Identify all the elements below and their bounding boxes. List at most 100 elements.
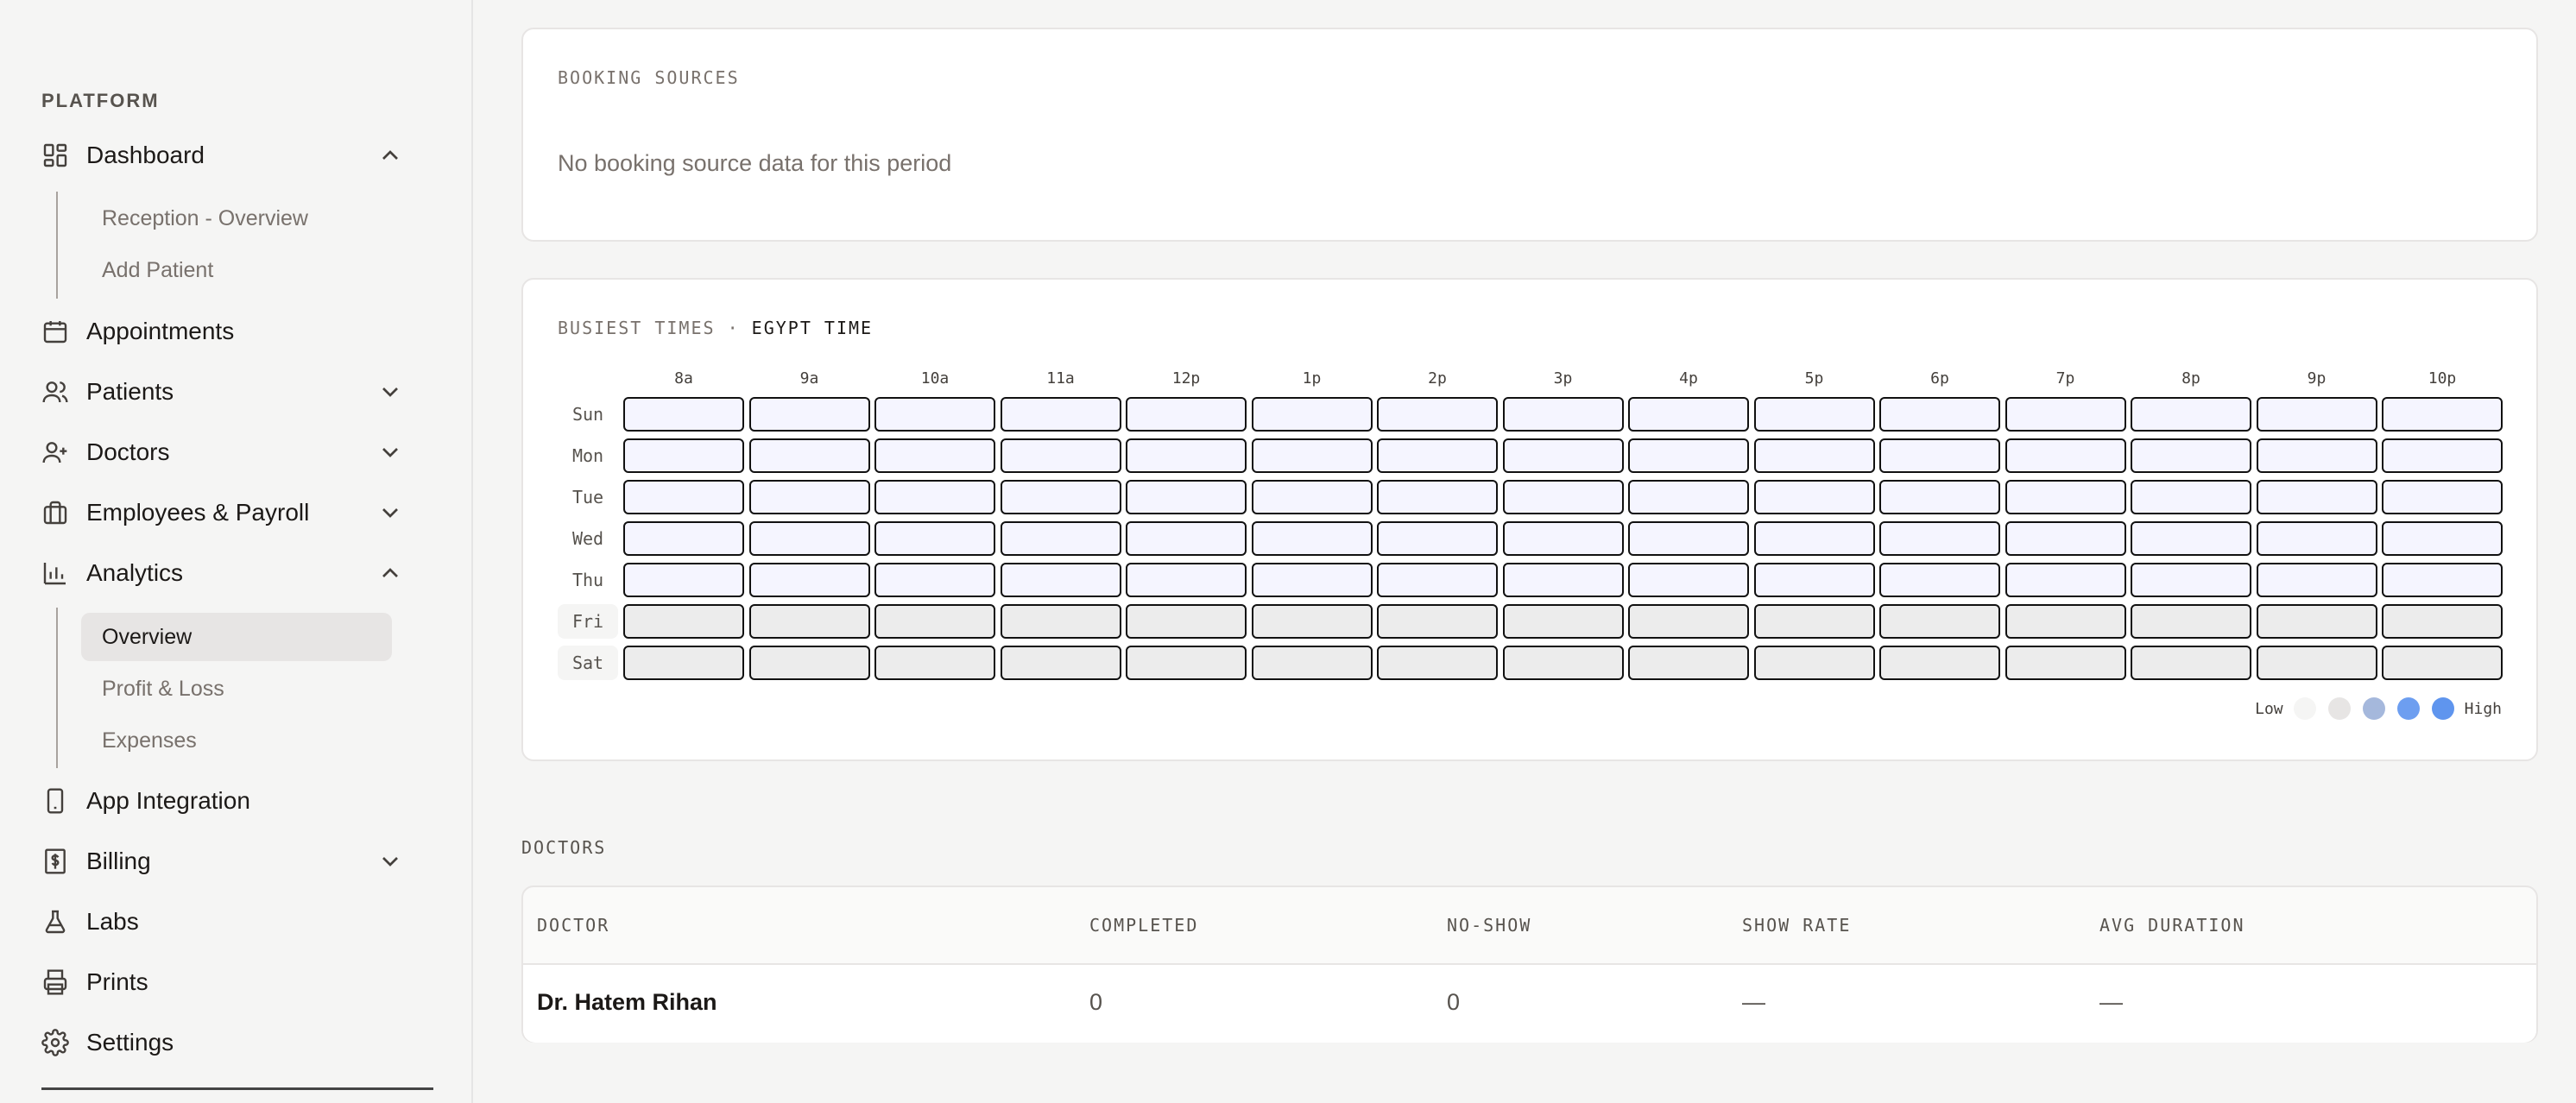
- heatmap-cell[interactable]: [1502, 646, 1624, 680]
- column-header-show-rate[interactable]: SHOW RATE: [1742, 915, 1851, 936]
- sidebar-item-dashboard[interactable]: Dashboard: [41, 131, 421, 180]
- table-row[interactable]: Dr. Hatem Rihan 0 0 — —: [523, 965, 2536, 1043]
- sidebar-item-prints[interactable]: Prints: [41, 958, 421, 1006]
- heatmap-cell[interactable]: [748, 521, 870, 556]
- sidebar-subitem-expenses[interactable]: Expenses: [81, 716, 392, 765]
- sidebar-subitem-reception-overview[interactable]: Reception - Overview: [81, 194, 392, 243]
- heatmap-cell[interactable]: [1502, 604, 1624, 639]
- heatmap-cell[interactable]: [2382, 521, 2503, 556]
- heatmap-cell[interactable]: [1000, 563, 1121, 597]
- heatmap-cell[interactable]: [1753, 480, 1875, 514]
- heatmap-cell[interactable]: [1502, 438, 1624, 473]
- heatmap-cell[interactable]: [2382, 438, 2503, 473]
- sidebar-item-employees-payroll[interactable]: Employees & Payroll: [41, 488, 421, 537]
- heatmap-cell[interactable]: [874, 646, 995, 680]
- heatmap-cell[interactable]: [1502, 480, 1624, 514]
- heatmap-cell[interactable]: [1000, 397, 1121, 432]
- heatmap-cell[interactable]: [2256, 563, 2377, 597]
- heatmap-cell[interactable]: [1879, 563, 2000, 597]
- heatmap-cell[interactable]: [1879, 397, 2000, 432]
- heatmap-cell[interactable]: [2131, 438, 2251, 473]
- sidebar-item-appointments[interactable]: Appointments: [41, 307, 421, 356]
- heatmap-cell[interactable]: [2256, 604, 2377, 639]
- heatmap-cell[interactable]: [623, 480, 744, 514]
- chevron-up-icon[interactable]: [376, 142, 404, 169]
- sidebar-subitem-overview[interactable]: Overview: [81, 613, 392, 661]
- heatmap-cell[interactable]: [1126, 646, 1247, 680]
- heatmap-cell[interactable]: [2005, 563, 2126, 597]
- sidebar-subitem-profit-loss[interactable]: Profit & Loss: [81, 665, 392, 713]
- heatmap-cell[interactable]: [874, 480, 995, 514]
- heatmap-cell[interactable]: [1628, 604, 1749, 639]
- heatmap-cell[interactable]: [1251, 521, 1373, 556]
- heatmap-cell[interactable]: [748, 438, 870, 473]
- heatmap-cell[interactable]: [1628, 480, 1749, 514]
- heatmap-cell[interactable]: [1126, 480, 1247, 514]
- heatmap-cell[interactable]: [623, 438, 744, 473]
- heatmap-cell[interactable]: [1753, 646, 1875, 680]
- chevron-down-icon[interactable]: [376, 499, 404, 526]
- chevron-down-icon[interactable]: [376, 378, 404, 406]
- heatmap-cell[interactable]: [1879, 521, 2000, 556]
- heatmap-cell[interactable]: [2005, 438, 2126, 473]
- heatmap-cell[interactable]: [1628, 397, 1749, 432]
- heatmap-cell[interactable]: [748, 563, 870, 597]
- sidebar-item-billing[interactable]: Billing: [41, 837, 421, 886]
- heatmap-cell[interactable]: [2131, 646, 2251, 680]
- sidebar-item-app-integration[interactable]: App Integration: [41, 777, 421, 825]
- heatmap-cell[interactable]: [1251, 397, 1373, 432]
- heatmap-cell[interactable]: [1126, 604, 1247, 639]
- heatmap-cell[interactable]: [623, 646, 744, 680]
- heatmap-cell[interactable]: [1628, 646, 1749, 680]
- heatmap-cell[interactable]: [1377, 646, 1498, 680]
- heatmap-cell[interactable]: [1377, 480, 1498, 514]
- heatmap-cell[interactable]: [1000, 604, 1121, 639]
- chevron-down-icon[interactable]: [376, 848, 404, 875]
- heatmap-cell[interactable]: [1879, 604, 2000, 639]
- heatmap-cell[interactable]: [1502, 563, 1624, 597]
- heatmap-cell[interactable]: [1753, 438, 1875, 473]
- heatmap-cell[interactable]: [2005, 480, 2126, 514]
- heatmap-cell[interactable]: [2256, 480, 2377, 514]
- heatmap-cell[interactable]: [874, 563, 995, 597]
- heatmap-cell[interactable]: [1000, 438, 1121, 473]
- heatmap-cell[interactable]: [1628, 521, 1749, 556]
- heatmap-cell[interactable]: [1377, 604, 1498, 639]
- sidebar-item-patients[interactable]: Patients: [41, 368, 421, 416]
- heatmap-cell[interactable]: [748, 397, 870, 432]
- heatmap-cell[interactable]: [623, 604, 744, 639]
- heatmap-cell[interactable]: [1879, 438, 2000, 473]
- column-header-no-show[interactable]: NO-SHOW: [1447, 915, 1531, 936]
- heatmap-cell[interactable]: [1879, 480, 2000, 514]
- heatmap-cell[interactable]: [1502, 397, 1624, 432]
- heatmap-cell[interactable]: [623, 521, 744, 556]
- heatmap-cell[interactable]: [1000, 480, 1121, 514]
- heatmap-cell[interactable]: [1126, 397, 1247, 432]
- heatmap-cell[interactable]: [2005, 521, 2126, 556]
- column-header-doctor[interactable]: DOCTOR: [537, 915, 609, 936]
- chevron-up-icon[interactable]: [376, 559, 404, 587]
- column-header-completed[interactable]: COMPLETED: [1089, 915, 1198, 936]
- heatmap-cell[interactable]: [748, 604, 870, 639]
- heatmap-cell[interactable]: [1753, 521, 1875, 556]
- heatmap-cell[interactable]: [1879, 646, 2000, 680]
- heatmap-cell[interactable]: [1628, 563, 1749, 597]
- heatmap-cell[interactable]: [2131, 563, 2251, 597]
- heatmap-cell[interactable]: [2005, 646, 2126, 680]
- heatmap-cell[interactable]: [1377, 521, 1498, 556]
- heatmap-cell[interactable]: [1251, 604, 1373, 639]
- sidebar-item-labs[interactable]: Labs: [41, 898, 421, 946]
- heatmap-cell[interactable]: [1377, 397, 1498, 432]
- sidebar-item-analytics[interactable]: Analytics: [41, 549, 421, 597]
- heatmap-cell[interactable]: [2256, 438, 2377, 473]
- heatmap-cell[interactable]: [874, 521, 995, 556]
- heatmap-cell[interactable]: [1126, 438, 1247, 473]
- heatmap-cell[interactable]: [1251, 563, 1373, 597]
- heatmap-cell[interactable]: [1377, 563, 1498, 597]
- heatmap-cell[interactable]: [623, 397, 744, 432]
- heatmap-cell[interactable]: [2382, 397, 2503, 432]
- sidebar-item-settings[interactable]: Settings: [41, 1018, 421, 1067]
- heatmap-cell[interactable]: [2256, 646, 2377, 680]
- heatmap-cell[interactable]: [1251, 438, 1373, 473]
- heatmap-cell[interactable]: [2382, 604, 2503, 639]
